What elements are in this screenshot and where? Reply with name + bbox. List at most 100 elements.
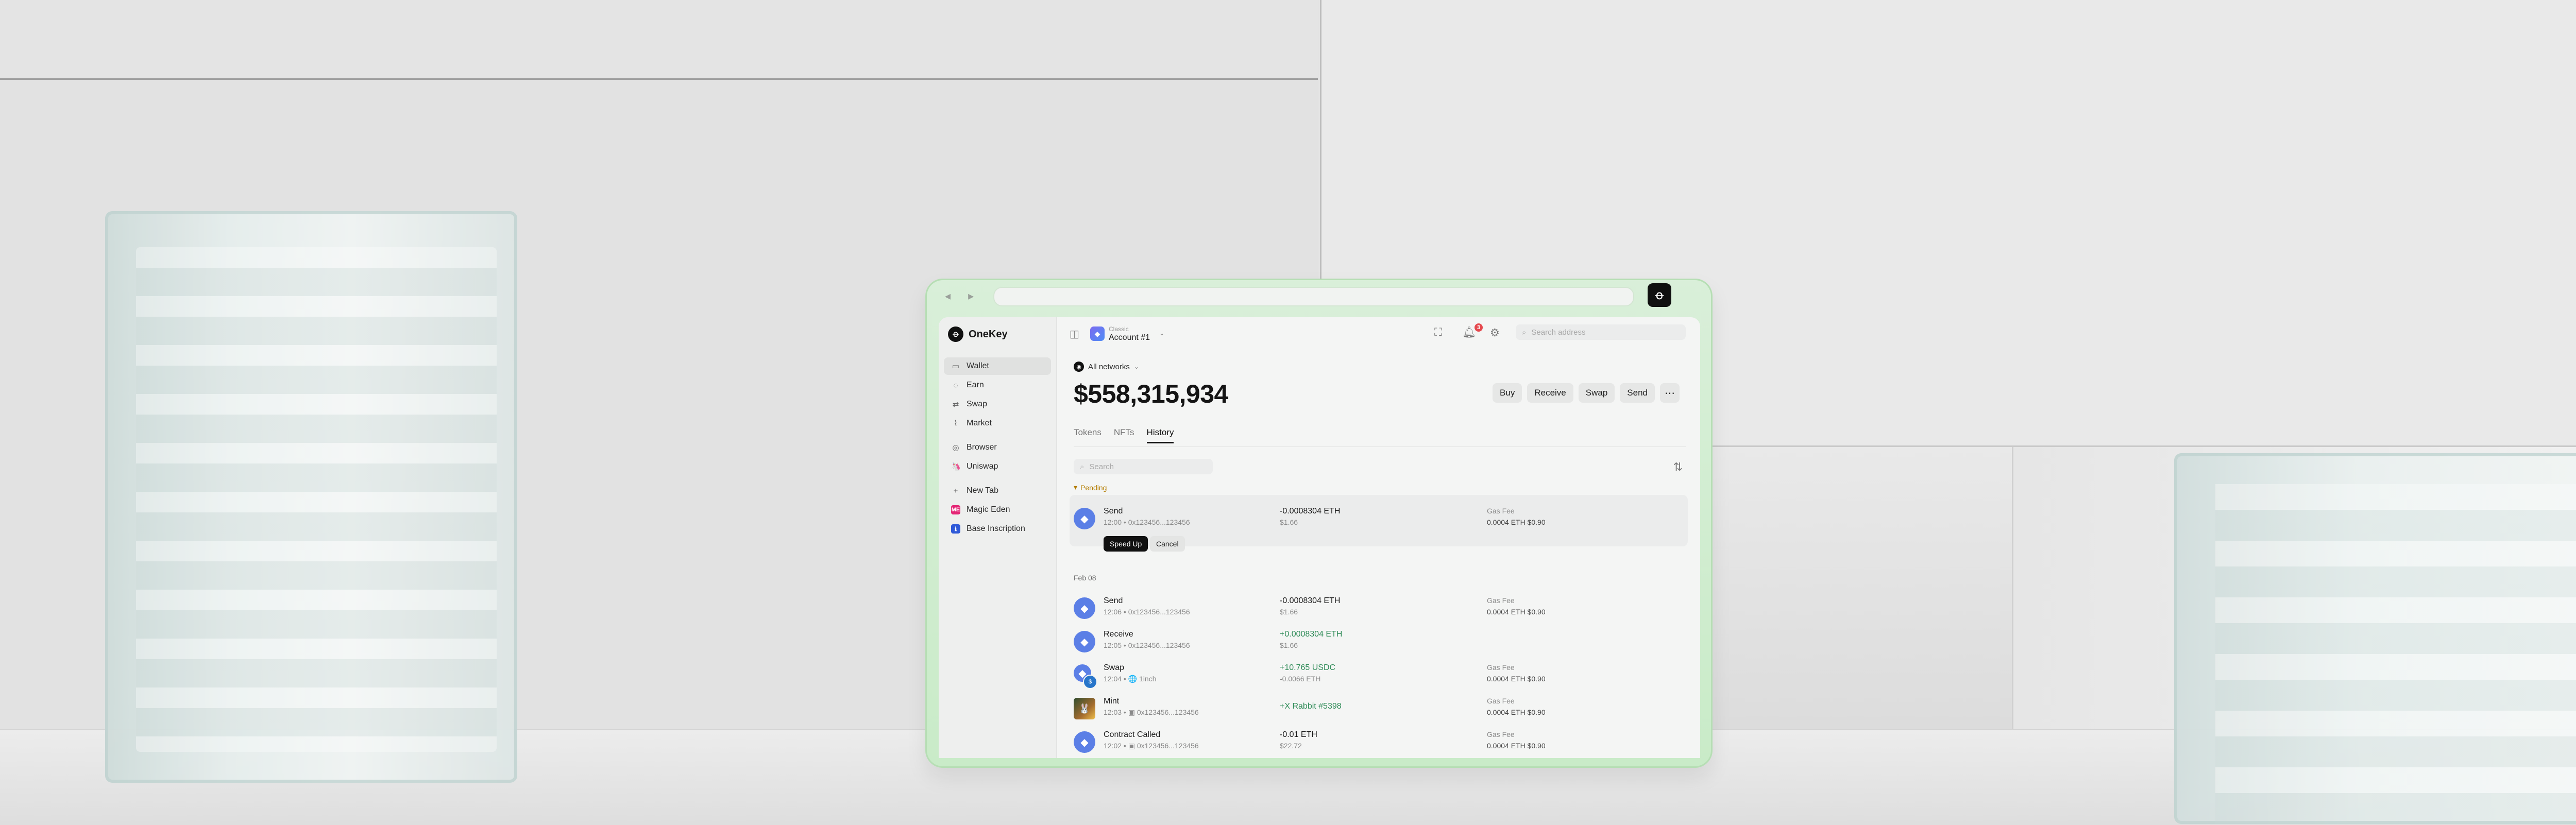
pending-section-title[interactable]: ▾ Pending: [1074, 483, 1107, 492]
plus-icon: +: [953, 486, 958, 495]
gas-fee-value: 0.0004 ETH $0.90: [1487, 742, 1546, 750]
gas-fee-label: Gas Fee: [1487, 596, 1515, 605]
brand: ꝋ OneKey: [948, 326, 1008, 342]
tx-amount: +10.765 USDC: [1280, 663, 1336, 672]
tx-row-send[interactable]: ◆ Send 12:06 • 0x123456...123456 -0.0008…: [1074, 596, 1685, 627]
chevron-down-icon: ⌄: [1133, 363, 1139, 370]
eth-icon: ◆: [1074, 508, 1095, 529]
earn-icon: ◌: [953, 381, 958, 390]
tabs-divider: [1074, 446, 1686, 447]
sidebar-item-market[interactable]: ⌇ Market: [944, 415, 1051, 432]
wallet-actions: Buy Receive Swap Send ⋯: [1493, 383, 1680, 403]
tab-tokens[interactable]: Tokens: [1074, 427, 1101, 443]
tab-nfts[interactable]: NFTs: [1114, 427, 1134, 443]
sidebar-item-label: Magic Eden: [967, 505, 1010, 514]
chevron-down-icon[interactable]: ⌄: [1159, 330, 1164, 337]
sidebar: ꝋ OneKey ▭ Wallet ◌ Earn ⇄ Swap ⌇ Market: [939, 317, 1057, 758]
tx-title: Swap: [1104, 663, 1125, 672]
sidebar-item-label: Earn: [967, 381, 984, 389]
tx-title: Send: [1104, 596, 1123, 605]
browser-icon: ◎: [952, 443, 959, 452]
sidebar-item-new-tab[interactable]: + New Tab: [944, 482, 1051, 500]
sidebar-divider: [944, 477, 1051, 482]
gas-fee-value: 0.0004 ETH $0.90: [1487, 708, 1546, 716]
market-icon: ⌇: [954, 419, 958, 428]
address-search-input[interactable]: ⌕ Search address: [1516, 324, 1686, 340]
swap-button[interactable]: Swap: [1578, 383, 1615, 403]
glass-block-left: [105, 211, 517, 783]
gas-fee-label: Gas Fee: [1487, 507, 1515, 515]
network-label: All networks: [1088, 362, 1130, 371]
tx-row-mint[interactable]: 🐰 Mint 12:03 • ▣ 0x123456...123456 +X Ra…: [1074, 697, 1685, 728]
expand-icon[interactable]: ⛶: [1434, 326, 1442, 339]
tx-amount: -0.01 ETH: [1280, 730, 1317, 739]
swap-icon: ⇄: [952, 400, 959, 409]
sidebar-item-label: Market: [967, 419, 992, 427]
receive-button[interactable]: Receive: [1527, 383, 1573, 403]
bell-icon[interactable]: 🔔︎: [1462, 326, 1476, 339]
eth-icon: ◆: [1074, 631, 1095, 652]
sidebar-item-earn[interactable]: ◌ Earn: [944, 376, 1051, 394]
tx-meta: 12:03 • ▣ 0x123456...123456: [1104, 708, 1199, 716]
pending-tx-row[interactable]: ◆ Send 12:00 • 0x123456...123456 -0.0008…: [1074, 507, 1685, 538]
buy-button[interactable]: Buy: [1493, 383, 1522, 403]
history-search-input[interactable]: ⌕ Search: [1074, 459, 1213, 474]
network-selector[interactable]: ◉ All networks ⌄: [1074, 362, 1139, 372]
all-networks-icon: ◉: [1074, 362, 1084, 372]
glass-block-right: [2174, 453, 2576, 824]
tab-history[interactable]: History: [1146, 427, 1174, 443]
tx-meta: 12:00 • 0x123456...123456: [1104, 518, 1190, 526]
eth-icon: ◆: [1074, 731, 1095, 753]
account-name[interactable]: Account #1: [1109, 333, 1150, 342]
account-avatar[interactable]: ◆: [1090, 326, 1105, 341]
onekey-logo-icon: ꝋ: [948, 326, 963, 342]
sidebar-item-base-inscription[interactable]: ℹ Base Inscription: [944, 520, 1051, 538]
gas-fee-value: 0.0004 ETH $0.90: [1487, 675, 1546, 683]
cancel-button[interactable]: Cancel: [1150, 536, 1185, 552]
onekey-extension-icon[interactable]: ꝋ: [1648, 283, 1671, 307]
caret-down-icon: ▾: [1074, 483, 1078, 491]
tx-meta: 12:06 • 0x123456...123456: [1104, 608, 1190, 616]
tx-title: Receive: [1104, 630, 1133, 639]
tx-row-swap[interactable]: ◆ $ Swap 12:04 • 🌐 1inch +10.765 USDC -0…: [1074, 663, 1685, 694]
brand-name: OneKey: [969, 328, 1008, 340]
tx-meta: 12:04 • 🌐 1inch: [1104, 675, 1157, 683]
sidebar-toggle-icon[interactable]: ◫: [1070, 328, 1079, 340]
speed-up-button[interactable]: Speed Up: [1104, 536, 1148, 552]
nft-thumbnail: 🐰: [1074, 698, 1095, 719]
more-icon[interactable]: ⋯: [1660, 383, 1680, 403]
sidebar-item-uniswap[interactable]: 🦄 Uniswap: [944, 458, 1051, 475]
browser-nav-arrows[interactable]: ◂ ▸: [945, 289, 981, 303]
notification-badge: 3: [1475, 323, 1483, 332]
search-placeholder: Search address: [1531, 328, 1586, 337]
browser-address-bar[interactable]: [993, 287, 1634, 306]
eth-icon: ◆: [1074, 597, 1095, 619]
gas-fee-label: Gas Fee: [1487, 730, 1515, 738]
sort-icon[interactable]: ⇅: [1673, 460, 1683, 474]
gear-icon[interactable]: ⚙: [1490, 326, 1500, 339]
tx-fiat: $1.66: [1280, 608, 1298, 616]
tx-title: Contract Called: [1104, 730, 1161, 739]
total-balance: $558,315,934: [1074, 380, 1228, 408]
sidebar-item-label: Swap: [967, 400, 988, 408]
sidebar-item-swap[interactable]: ⇄ Swap: [944, 396, 1051, 413]
tx-row-contract-called[interactable]: ◆ Contract Called 12:02 • ▣ 0x123456...1…: [1074, 730, 1685, 758]
search-placeholder: Search: [1089, 462, 1114, 471]
tx-meta: 12:05 • 0x123456...123456: [1104, 641, 1190, 649]
sidebar-item-label: New Tab: [967, 486, 998, 495]
gas-fee-value: 0.0004 ETH $0.90: [1487, 518, 1546, 526]
gas-fee-value: 0.0004 ETH $0.90: [1487, 608, 1546, 616]
send-button[interactable]: Send: [1620, 383, 1655, 403]
sidebar-item-wallet[interactable]: ▭ Wallet: [944, 357, 1051, 375]
sidebar-item-magic-eden[interactable]: ME Magic Eden: [944, 501, 1051, 519]
backdrop-wall-top: [0, 0, 1318, 80]
magic-eden-icon: ME: [951, 505, 960, 514]
topbar: ◫ ◆ Classic Account #1 ⌄ ⛶ 🔔︎ 3 ⚙ ⌕ Sear…: [1057, 317, 1700, 346]
sidebar-item-label: Browser: [967, 443, 997, 452]
sidebar-item-browser[interactable]: ◎ Browser: [944, 439, 1051, 456]
pending-label: Pending: [1080, 483, 1107, 492]
tx-fiat: $22.72: [1280, 742, 1302, 750]
account-type[interactable]: Classic: [1109, 325, 1129, 333]
tx-row-receive[interactable]: ◆ Receive 12:05 • 0x123456...123456 +0.0…: [1074, 630, 1685, 661]
onekey-app-window: ꝋ OneKey ▭ Wallet ◌ Earn ⇄ Swap ⌇ Market: [939, 317, 1700, 758]
